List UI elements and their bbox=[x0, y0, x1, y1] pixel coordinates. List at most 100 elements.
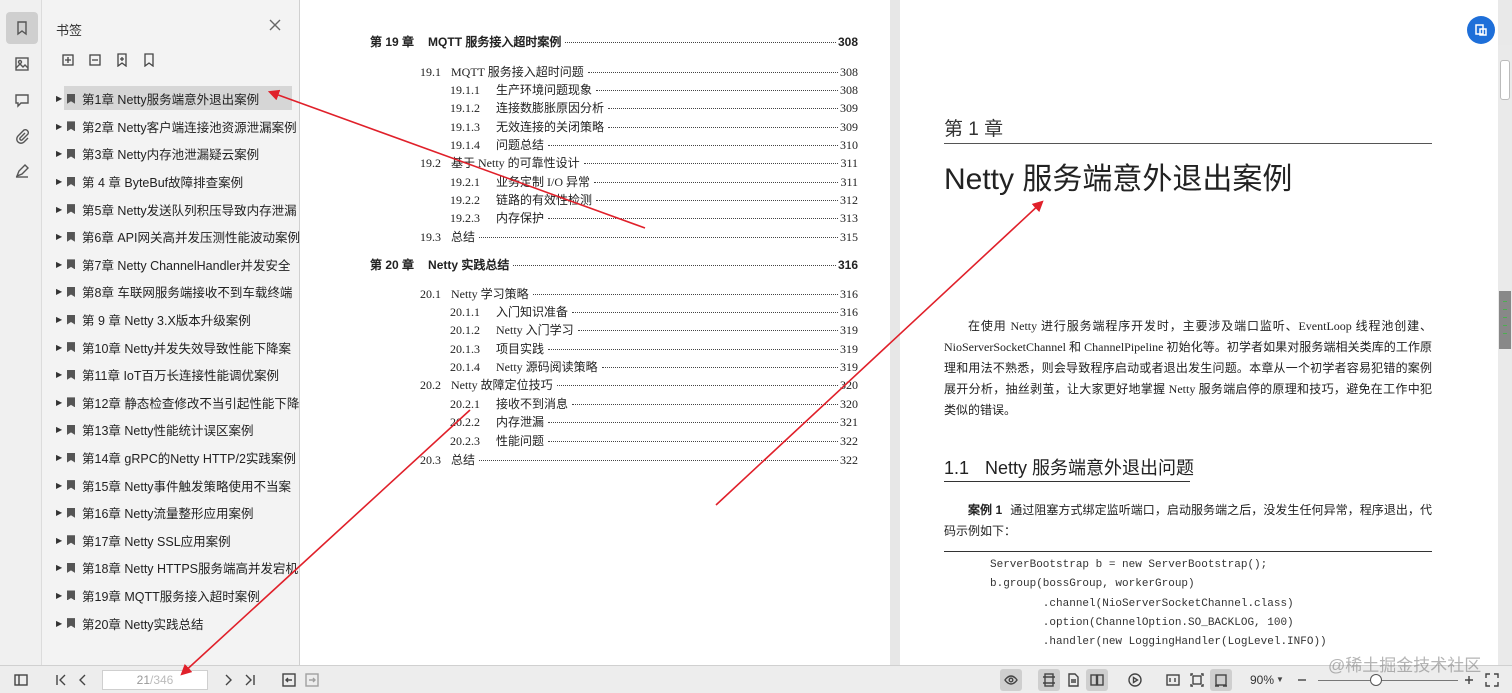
add-bookmark-icon[interactable] bbox=[114, 52, 130, 68]
toc-row[interactable]: 19.2.1 业务定制 I/O 异常 311 bbox=[450, 173, 858, 190]
expand-arrow-icon[interactable]: ▶ bbox=[56, 287, 66, 296]
bookmark-item[interactable]: ▶ 第14章 gRPC的Netty HTTP/2实践案例 bbox=[42, 444, 300, 472]
bookmark-item[interactable]: ▶ 第11章 IoT百万长连接性能调优案例 bbox=[42, 361, 300, 389]
bookmark-item[interactable]: ▶ 第1章 Netty服务端意外退出案例 bbox=[42, 85, 300, 113]
bookmark-item[interactable]: ▶ 第5章 Netty发送队列积压导致内存泄漏 bbox=[42, 195, 300, 223]
continuous-page-icon[interactable] bbox=[1064, 671, 1082, 689]
next-page-icon[interactable] bbox=[219, 671, 237, 689]
last-page-icon[interactable] bbox=[241, 671, 259, 689]
expand-arrow-icon[interactable]: ▶ bbox=[56, 425, 66, 434]
bookmark-outline-icon[interactable] bbox=[141, 52, 157, 68]
expand-arrow-icon[interactable]: ▶ bbox=[56, 232, 66, 241]
image-icon[interactable] bbox=[6, 48, 38, 80]
toc-row[interactable]: 20.1.1 入门知识准备 316 bbox=[450, 303, 858, 320]
bookmark-item[interactable]: ▶ 第18章 Netty HTTPS服务端高并发宕机 bbox=[42, 554, 300, 582]
toc-chapter-row[interactable]: 第 20 章 Netty 实践总结 316 bbox=[370, 256, 858, 273]
two-page-icon[interactable] bbox=[1086, 669, 1108, 691]
expand-arrow-icon[interactable]: ▶ bbox=[56, 508, 66, 517]
toc-row[interactable]: 19.3 总结 315 bbox=[420, 228, 858, 245]
fit-page-icon[interactable] bbox=[1188, 671, 1206, 689]
expand-arrow-icon[interactable]: ▶ bbox=[56, 591, 66, 600]
toc-row[interactable]: 19.1.1 生产环境问题现象 308 bbox=[450, 81, 858, 98]
expand-arrow-icon[interactable]: ▶ bbox=[56, 398, 66, 407]
bookmark-item[interactable]: ▶ 第16章 Netty流量整形应用案例 bbox=[42, 499, 300, 527]
toc-row[interactable]: 20.1.2 Netty 入门学习 319 bbox=[450, 321, 858, 338]
case-label: 案例 1 bbox=[968, 503, 1003, 517]
fit-width-icon[interactable] bbox=[1210, 669, 1232, 691]
bookmark-item[interactable]: ▶ 第20章 Netty实践总结 bbox=[42, 609, 300, 637]
forward-icon[interactable] bbox=[303, 671, 321, 689]
fullscreen-icon[interactable] bbox=[1483, 671, 1501, 689]
collapse-all-icon[interactable] bbox=[87, 52, 103, 68]
expand-arrow-icon[interactable]: ▶ bbox=[56, 315, 66, 324]
bookmark-item[interactable]: ▶ 第6章 API网关高并发压测性能波动案例 bbox=[42, 223, 300, 251]
toc-chapter-row[interactable]: 第 19 章 MQTT 服务接入超时案例 308 bbox=[370, 33, 858, 50]
close-icon[interactable] bbox=[268, 18, 284, 34]
toc-row[interactable]: 19.2.2 链路的有效性检测 312 bbox=[450, 191, 858, 208]
expand-arrow-icon[interactable]: ▶ bbox=[56, 563, 66, 572]
actual-size-icon[interactable] bbox=[1164, 671, 1182, 689]
expand-arrow-icon[interactable]: ▶ bbox=[56, 370, 66, 379]
toc-row[interactable]: 20.2 Netty 故障定位技巧 320 bbox=[420, 376, 858, 393]
first-page-icon[interactable] bbox=[52, 671, 70, 689]
comment-icon[interactable] bbox=[6, 84, 38, 116]
read-mode-icon[interactable] bbox=[1000, 669, 1022, 691]
toc-row[interactable]: 19.2.3 内存保护 313 bbox=[450, 209, 858, 226]
scrollbar-thumb[interactable] bbox=[1500, 60, 1510, 100]
bookmark-item[interactable]: ▶ 第13章 Netty性能统计误区案例 bbox=[42, 416, 300, 444]
expand-arrow-icon[interactable]: ▶ bbox=[56, 149, 66, 158]
zoom-dropdown-icon[interactable]: ▼ bbox=[1276, 675, 1284, 684]
toc-row[interactable]: 19.1.4 问题总结 310 bbox=[450, 136, 858, 153]
expand-arrow-icon[interactable]: ▶ bbox=[56, 481, 66, 490]
single-page-icon[interactable] bbox=[1038, 669, 1060, 691]
toc-row[interactable]: 20.2.1 接收不到消息 320 bbox=[450, 395, 858, 412]
back-icon[interactable] bbox=[280, 671, 298, 689]
expand-arrow-icon[interactable]: ▶ bbox=[56, 94, 66, 103]
expand-arrow-icon[interactable]: ▶ bbox=[56, 205, 66, 214]
bookmark-item[interactable]: ▶ 第12章 静态检查修改不当引起性能下降 bbox=[42, 389, 300, 417]
bookmark-item[interactable]: ▶ 第3章 Netty内存池泄漏疑云案例 bbox=[42, 140, 300, 168]
bookmark-item[interactable]: ▶ 第8章 车联网服务端接收不到车载终端 bbox=[42, 278, 300, 306]
bookmark-item[interactable]: ▶ 第 9 章 Netty 3.X版本升级案例 bbox=[42, 306, 300, 334]
toc-row[interactable]: 20.1.4 Netty 源码阅读策略 319 bbox=[450, 358, 858, 375]
zoom-slider[interactable] bbox=[1318, 680, 1458, 681]
expand-arrow-icon[interactable]: ▶ bbox=[56, 122, 66, 131]
toc-row[interactable]: 19.1 MQTT 服务接入超时问题 308 bbox=[420, 63, 858, 80]
bookmark-item[interactable]: ▶ 第 4 章 ByteBuf故障排查案例 bbox=[42, 168, 300, 196]
play-icon[interactable] bbox=[1126, 671, 1144, 689]
attachment-icon[interactable] bbox=[6, 120, 38, 152]
toc-row[interactable]: 20.1 Netty 学习策略 316 bbox=[420, 285, 858, 302]
convert-icon[interactable] bbox=[1467, 16, 1495, 44]
expand-arrow-icon[interactable]: ▶ bbox=[56, 177, 66, 186]
toc-row[interactable]: 20.3 总结 322 bbox=[420, 451, 858, 468]
bookmark-item[interactable]: ▶ 第7章 Netty ChannelHandler并发安全 bbox=[42, 251, 300, 279]
expand-arrow-icon[interactable]: ▶ bbox=[56, 453, 66, 462]
toc-row[interactable]: 19.1.3 无效连接的关闭策略 309 bbox=[450, 118, 858, 135]
toc-leader bbox=[608, 108, 838, 109]
expand-arrow-icon[interactable]: ▶ bbox=[56, 343, 66, 352]
expand-arrow-icon[interactable]: ▶ bbox=[56, 619, 66, 628]
toc-row[interactable]: 20.1.3 项目实践 319 bbox=[450, 340, 858, 357]
toc-row[interactable]: 19.2 基于 Netty 的可靠性设计 311 bbox=[420, 154, 858, 171]
toc-row[interactable]: 20.2.3 性能问题 322 bbox=[450, 432, 858, 449]
bookmark-item[interactable]: ▶ 第19章 MQTT服务接入超时案例 bbox=[42, 582, 300, 610]
signature-icon[interactable] bbox=[6, 155, 38, 187]
bookmark-item[interactable]: ▶ 第2章 Netty客户端连接池资源泄漏案例 bbox=[42, 113, 300, 141]
bookmark-icon[interactable] bbox=[6, 12, 38, 44]
bookmark-item[interactable]: ▶ 第15章 Netty事件触发策略使用不当案 bbox=[42, 471, 300, 499]
prev-page-icon[interactable] bbox=[74, 671, 92, 689]
sidebar-toggle-icon[interactable] bbox=[12, 671, 30, 689]
expand-arrow-icon[interactable]: ▶ bbox=[56, 260, 66, 269]
toc-leader bbox=[532, 294, 838, 295]
toc-row[interactable]: 20.2.2 内存泄漏 321 bbox=[450, 413, 858, 430]
page-number-input[interactable]: 21/346 bbox=[102, 670, 208, 690]
vertical-scrollbar[interactable] bbox=[1498, 45, 1512, 665]
zoom-out-icon[interactable] bbox=[1293, 671, 1311, 689]
expand-all-icon[interactable] bbox=[60, 52, 76, 68]
expand-arrow-icon[interactable]: ▶ bbox=[56, 536, 66, 545]
document-viewport[interactable]: 第 19 章 MQTT 服务接入超时案例 308 19.1 MQTT 服务接入超时问题 3… bbox=[300, 0, 1498, 665]
bookmark-item[interactable]: ▶ 第17章 Netty SSL应用案例 bbox=[42, 527, 300, 555]
bookmark-item[interactable]: ▶ 第10章 Netty并发失效导致性能下降案 bbox=[42, 333, 300, 361]
zoom-level[interactable]: 90% bbox=[1250, 673, 1274, 687]
toc-row[interactable]: 19.1.2 连接数膨胀原因分析 309 bbox=[450, 99, 858, 116]
